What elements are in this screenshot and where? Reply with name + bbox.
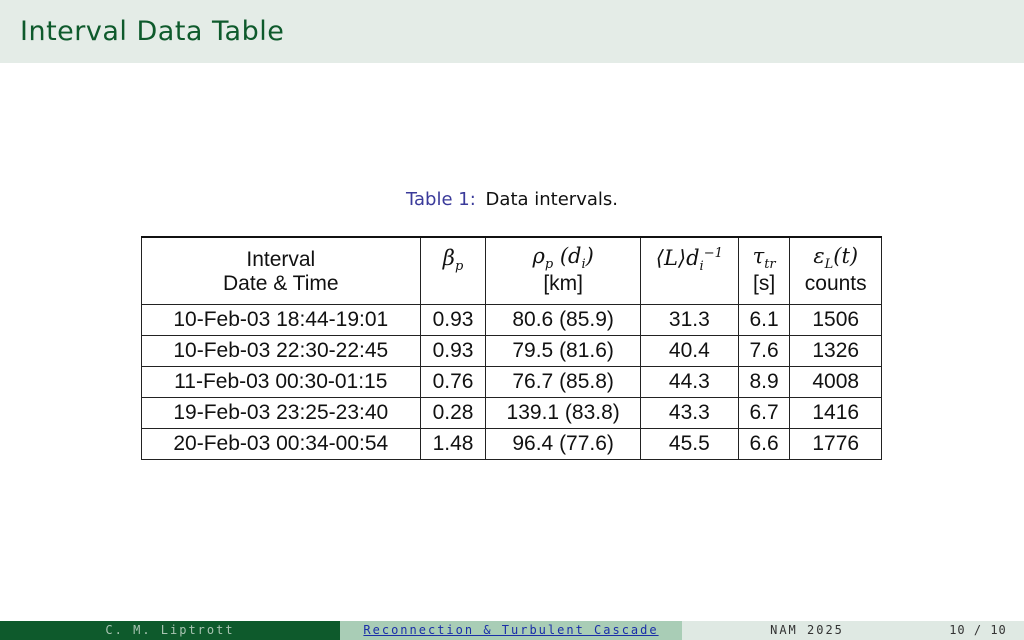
table-cell: 1326	[789, 335, 882, 367]
table-cell: 45.5	[639, 428, 739, 460]
table-row: 19-Feb-03 23:25-23:40 0.28 139.1 (83.8) 43.…	[141, 397, 882, 429]
slide-footer: C. M. Liptrott Reconnection & Turbulent …	[0, 621, 1024, 640]
header-rho-unit: [km]	[485, 272, 641, 305]
table-row: 20-Feb-03 00:34-00:54 1.48 96.4 (77.6) 45.5…	[141, 428, 882, 460]
table-cell: 10-Feb-03 18:44-19:01	[141, 304, 421, 336]
table-cell: 96.4 (77.6)	[485, 428, 641, 460]
table-cell: 139.1 (83.8)	[485, 397, 641, 429]
header-tau: τtr	[737, 236, 791, 272]
header-L: ⟨L⟩di−1	[639, 236, 739, 305]
table-caption: Table 1: Data intervals.	[0, 189, 1024, 210]
header-datetime: Date & Time	[141, 272, 421, 305]
table-header-row: Interval βp ρp (di) ⟨L⟩di−1 τtr εL(t)	[141, 236, 882, 305]
header-tau-unit: [s]	[737, 272, 791, 305]
footer-conference: NAM 2025	[682, 621, 932, 640]
table-row: 11-Feb-03 00:30-01:15 0.76 76.7 (85.8) 44.3…	[141, 366, 882, 398]
table-row: 10-Feb-03 22:30-22:45 0.93 79.5 (81.6) 40.4…	[141, 335, 882, 367]
footer-talk-title[interactable]: Reconnection & Turbulent Cascade	[340, 621, 682, 640]
table-cell: 44.3	[639, 366, 739, 398]
header-beta: βp	[419, 236, 487, 305]
table-cell: 6.7	[737, 397, 791, 429]
table-cell: 20-Feb-03 00:34-00:54	[141, 428, 421, 460]
table-cell: 7.6	[737, 335, 791, 367]
table-cell: 43.3	[639, 397, 739, 429]
table-cell: 0.93	[419, 304, 487, 336]
table-cell: 1506	[789, 304, 882, 336]
table-cell: 0.93	[419, 335, 487, 367]
footer-page-number: 10 / 10	[932, 621, 1024, 640]
table-cell: 31.3	[639, 304, 739, 336]
caption-text: Data intervals.	[485, 189, 618, 210]
table-cell: 4008	[789, 366, 882, 398]
table-header-row-2: Date & Time [km] [s] counts	[141, 272, 882, 305]
table-row: 10-Feb-03 18:44-19:01 0.93 80.6 (85.9) 31.3…	[141, 304, 882, 336]
table-cell: 1416	[789, 397, 882, 429]
table-cell: 80.6 (85.9)	[485, 304, 641, 336]
table-cell: 8.9	[737, 366, 791, 398]
header-eps-unit: counts	[789, 272, 882, 305]
table-cell: 40.4	[639, 335, 739, 367]
slide-title: Interval Data Table	[20, 16, 285, 47]
data-table: Interval βp ρp (di) ⟨L⟩di−1 τtr εL(t) Da…	[141, 236, 882, 460]
table-cell: 79.5 (81.6)	[485, 335, 641, 367]
table-cell: 19-Feb-03 23:25-23:40	[141, 397, 421, 429]
table-cell: 11-Feb-03 00:30-01:15	[141, 366, 421, 398]
header-rho: ρp (di)	[485, 236, 641, 272]
slide-header: Interval Data Table	[0, 0, 1024, 63]
table-cell: 6.6	[737, 428, 791, 460]
table-cell: 1776	[789, 428, 882, 460]
header-interval: Interval	[141, 236, 421, 272]
caption-label: Table 1:	[406, 189, 476, 210]
footer-author: C. M. Liptrott	[0, 621, 340, 640]
table-cell: 76.7 (85.8)	[485, 366, 641, 398]
table-cell: 6.1	[737, 304, 791, 336]
table-cell: 0.76	[419, 366, 487, 398]
table-cell: 1.48	[419, 428, 487, 460]
table-cell: 0.28	[419, 397, 487, 429]
table-cell: 10-Feb-03 22:30-22:45	[141, 335, 421, 367]
header-eps: εL(t)	[789, 236, 882, 272]
